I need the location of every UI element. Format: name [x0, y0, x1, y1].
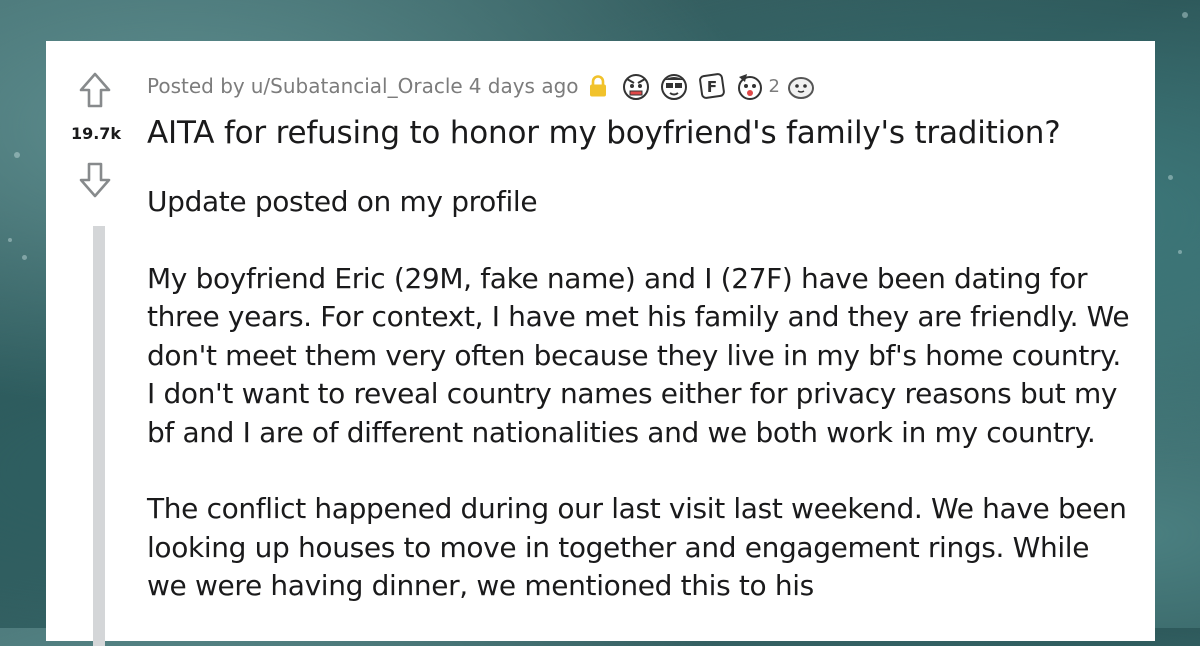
- downvote-arrow-icon[interactable]: [78, 161, 112, 199]
- author-link[interactable]: u/Subatancial_Oracle: [251, 74, 463, 98]
- lock-icon: [589, 75, 606, 97]
- wholesome-seal-award-icon[interactable]: [786, 71, 816, 101]
- water-drop: [1182, 12, 1188, 18]
- svg-text:F: F: [706, 78, 716, 96]
- upvote-arrow-icon[interactable]: [78, 71, 112, 109]
- posted-by-prefix: Posted by: [147, 74, 245, 98]
- vote-count: 19.7k: [70, 124, 122, 143]
- post-meta: Posted by u/Subatancial_Oracle 4 days ag…: [147, 71, 824, 101]
- party-face-award-icon[interactable]: [735, 71, 765, 101]
- sunglasses-face-award-icon[interactable]: [659, 71, 689, 101]
- angry-face-award-icon[interactable]: [621, 71, 651, 101]
- water-drop: [1178, 250, 1182, 254]
- post-card: 19.7k Posted by u/Subatancial_Oracle 4 d…: [46, 41, 1155, 646]
- water-drop: [14, 152, 20, 158]
- post-time[interactable]: 4 days ago: [469, 74, 579, 98]
- award-count: 2: [768, 75, 780, 97]
- thread-collapse-line[interactable]: [93, 226, 105, 646]
- water-drop: [1168, 175, 1173, 180]
- body-paragraph: Update posted on my profile: [147, 185, 538, 218]
- water-drop: [22, 255, 27, 260]
- post-body: Update posted on my profile My boyfriend…: [147, 183, 1137, 644]
- awards-list: F 2: [621, 71, 824, 101]
- post-title[interactable]: AITA for refusing to honor my boyfriend'…: [147, 115, 1147, 151]
- press-f-award-icon[interactable]: F: [697, 71, 727, 101]
- body-paragraph: My boyfriend Eric (29M, fake name) and I…: [147, 261, 1130, 449]
- body-paragraph: The conflict happened during our last vi…: [147, 492, 1127, 602]
- water-drop: [8, 238, 12, 242]
